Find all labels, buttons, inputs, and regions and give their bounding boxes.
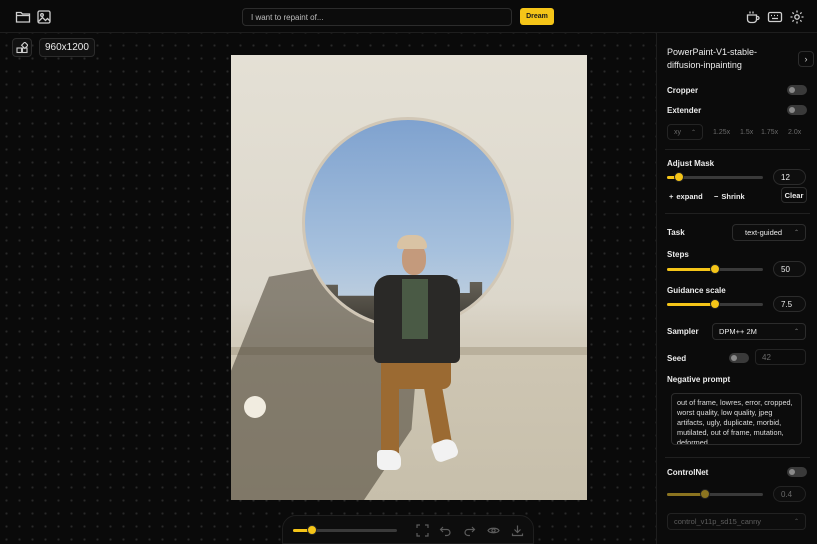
seated-person	[369, 235, 469, 485]
redo-icon[interactable]	[463, 524, 476, 537]
seed-input[interactable]: 42	[755, 349, 806, 365]
minus-icon: −	[714, 191, 719, 201]
extender-label: Extender	[667, 106, 702, 115]
settings-panel: PowerPaint-V1-stable-diffusion-inpaintin…	[656, 33, 817, 544]
negative-prompt-label: Negative prompt	[667, 375, 731, 384]
steps-thumb[interactable]	[710, 264, 720, 274]
clear-mask-button[interactable]: Clear	[781, 187, 807, 203]
extender-direction-value: xy	[674, 128, 681, 136]
zoom-toolbar	[282, 515, 534, 544]
divider	[665, 149, 810, 150]
expand-label: expand	[676, 191, 703, 201]
updown-chevron-icon: ⌃	[690, 129, 696, 136]
seed-toggle[interactable]	[729, 353, 749, 363]
guidance-label: Guidance scale	[667, 286, 726, 295]
updown-chevron-icon: ⌃	[793, 329, 799, 335]
expand-mask-button[interactable]: + expand	[669, 188, 709, 204]
adjust-mask-slider[interactable]	[667, 172, 763, 182]
eye-icon[interactable]	[487, 524, 500, 537]
task-label: Task	[667, 228, 685, 237]
plugins-button[interactable]	[12, 38, 32, 57]
task-select[interactable]: text-guided ⌃	[732, 224, 806, 241]
controlnet-thumb[interactable]	[700, 489, 711, 499]
updown-chevron-icon: ⌃	[793, 519, 799, 525]
sampler-label: Sampler	[667, 327, 699, 336]
shrink-label: Shrink	[721, 191, 745, 201]
image-icon[interactable]	[36, 9, 52, 25]
sampler-select[interactable]: DPM++ 2M ⌃	[712, 323, 806, 340]
chevron-right-icon: ›	[804, 54, 808, 64]
divider	[665, 457, 810, 458]
cropper-label: Cropper	[667, 86, 699, 95]
zoom-slider[interactable]	[293, 525, 397, 535]
controlnet-value[interactable]: 0.4	[773, 486, 806, 502]
dream-button[interactable]: Dream	[520, 8, 554, 25]
negative-prompt-textarea[interactable]: out of frame, lowres, error, cropped, wo…	[671, 393, 802, 445]
extender-direction-select[interactable]: xy ⌃	[667, 124, 703, 140]
guidance-thumb[interactable]	[710, 299, 720, 309]
shapes-icon	[16, 41, 28, 53]
plus-icon: +	[669, 191, 674, 201]
divider	[665, 213, 810, 214]
extender-scale-2[interactable]: 1.5x	[740, 129, 753, 136]
extender-scale-3[interactable]: 1.75x	[761, 129, 778, 136]
seed-label: Seed	[667, 354, 687, 363]
extender-toggle[interactable]	[787, 105, 807, 115]
steps-label: Steps	[667, 250, 689, 259]
guidance-slider[interactable]	[667, 299, 763, 309]
steps-value[interactable]: 50	[773, 261, 806, 277]
extender-scale-4[interactable]: 2.0x	[788, 129, 801, 136]
adjust-mask-label: Adjust Mask	[667, 159, 715, 168]
adjust-mask-value[interactable]: 12	[773, 169, 806, 185]
prompt-input[interactable]	[242, 8, 512, 26]
guidance-value[interactable]: 7.5	[773, 296, 806, 312]
shrink-mask-button[interactable]: − Shrink	[714, 188, 754, 204]
controlnet-slider[interactable]	[667, 489, 763, 499]
light-spot	[244, 396, 266, 418]
canvas-image[interactable]	[231, 55, 587, 500]
keyboard-icon[interactable]	[767, 9, 783, 25]
controlnet-label: ControlNet	[667, 468, 709, 477]
updown-chevron-icon: ⌃	[793, 230, 799, 236]
gear-icon[interactable]	[789, 9, 805, 25]
sampler-value: DPM++ 2M	[719, 327, 757, 336]
extender-scale-1[interactable]: 1.25x	[713, 129, 730, 136]
undo-icon[interactable]	[439, 524, 452, 537]
cropper-toggle[interactable]	[787, 85, 807, 95]
controlnet-toggle[interactable]	[787, 467, 807, 477]
steps-slider[interactable]	[667, 264, 763, 274]
task-value: text-guided	[745, 228, 783, 237]
controlnet-model-value: control_v11p_sd15_canny	[674, 517, 762, 526]
fit-screen-icon[interactable]	[416, 524, 429, 537]
adjust-mask-thumb[interactable]	[674, 172, 685, 182]
top-bar: Dream	[0, 0, 817, 33]
model-name: PowerPaint-V1-stable-diffusion-inpaintin…	[667, 47, 758, 70]
image-size-badge: 960x1200	[39, 38, 95, 57]
download-icon[interactable]	[511, 524, 524, 537]
zoom-slider-thumb[interactable]	[306, 525, 317, 535]
coffee-icon[interactable]	[745, 9, 761, 25]
model-select-button[interactable]: ›	[798, 51, 814, 67]
folder-icon[interactable]	[15, 9, 31, 25]
controlnet-model-select[interactable]: control_v11p_sd15_canny ⌃	[667, 513, 806, 530]
